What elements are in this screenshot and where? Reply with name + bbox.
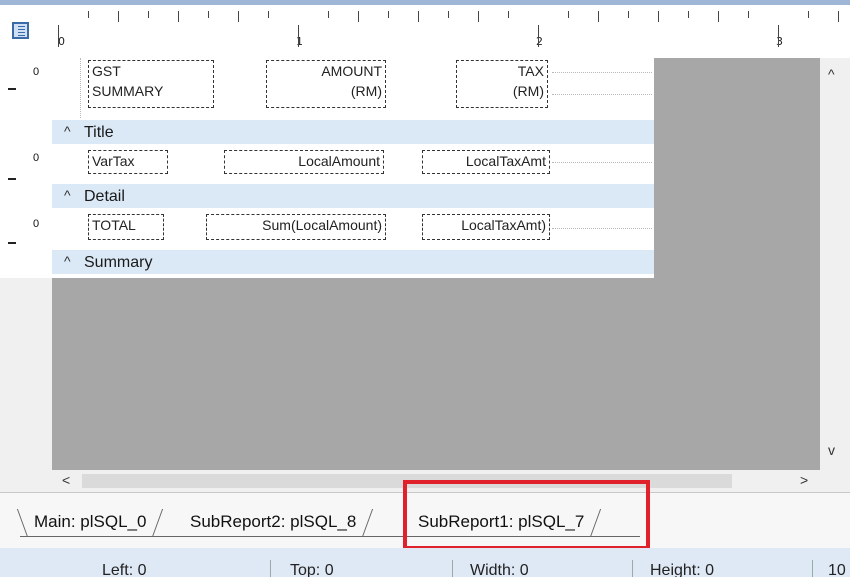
status-separator [452, 560, 453, 577]
row-marker-header: 0 [33, 66, 40, 78]
ruler-tick [238, 11, 239, 22]
ruler-tick [298, 25, 299, 47]
row-dash-header [8, 88, 16, 90]
report-page: GST SUMMARY AMOUNT (RM) TAX (RM) ^ Title… [52, 58, 654, 278]
ruler-tick [448, 11, 449, 18]
chevron-up-icon[interactable]: ^ [64, 253, 71, 269]
ruler-tick [478, 11, 479, 22]
row-dash-detail [8, 242, 16, 244]
field-summary-localtaxamt[interactable]: LocalTaxAmt) [422, 214, 550, 240]
scroll-left-icon[interactable]: < [62, 472, 70, 488]
field-localtaxamt[interactable]: LocalTaxAmt [422, 150, 550, 174]
tab-main-label: Main: plSQL_0 [34, 512, 147, 531]
row-gutter: 0 0 0 [0, 58, 52, 278]
ruler-tick [58, 25, 59, 47]
highlight-box [403, 480, 650, 550]
status-separator [812, 560, 813, 577]
ruler-tick [328, 11, 329, 18]
ruler-tick [88, 11, 89, 18]
scroll-right-icon[interactable]: > [800, 472, 808, 488]
band-title[interactable]: ^ Title [52, 120, 654, 144]
scrollbar-corner [820, 470, 850, 492]
row-marker-title: 0 [33, 152, 40, 164]
field-vartax[interactable]: VarTax [88, 150, 168, 174]
tab-subreport2[interactable]: SubReport2: plSQL_8 [176, 509, 374, 537]
tab-subreport2-label: SubReport2: plSQL_8 [190, 512, 357, 531]
guide-dots [552, 162, 652, 163]
row-dash-title [8, 178, 16, 180]
ruler-tick [388, 11, 389, 18]
ruler-tick [508, 11, 509, 18]
ruler-tick [568, 11, 569, 18]
field-amount-header[interactable]: AMOUNT (RM) [266, 60, 386, 108]
ruler-tick [628, 11, 629, 18]
status-top: Top: 0 [290, 562, 334, 577]
ruler-tick [148, 11, 149, 18]
ruler-number-0: 0 [58, 35, 65, 48]
guide-dots [552, 94, 652, 95]
ruler-tick [208, 11, 209, 18]
vertical-scrollbar[interactable]: ^ v [820, 58, 850, 470]
ruler-tick [358, 11, 359, 22]
status-height: Height: 0 [650, 562, 715, 577]
grid-view-icon[interactable] [12, 22, 29, 39]
tab-edge [362, 509, 374, 537]
field-gst-summary[interactable]: GST SUMMARY [88, 60, 214, 108]
guide-dots [552, 228, 652, 229]
horizontal-ruler: 0 1 2 3 [52, 5, 850, 58]
ruler-tick [778, 25, 779, 47]
status-separator [270, 560, 271, 577]
field-total[interactable]: TOTAL [88, 214, 164, 240]
field-localamount[interactable]: LocalAmount [224, 150, 384, 174]
scroll-up-icon[interactable]: ^ [828, 66, 835, 82]
tab-edge [16, 509, 29, 537]
status-left: Left: 0 [102, 562, 147, 577]
band-summary-label: Summary [84, 254, 153, 271]
status-separator [632, 560, 633, 577]
chevron-up-icon[interactable]: ^ [64, 187, 71, 203]
tab-edge [152, 509, 164, 537]
status-bar: Left: 0 Top: 0 Width: 0 Height: 0 10 [0, 548, 850, 577]
field-tax-header[interactable]: TAX (RM) [456, 60, 548, 108]
ruler-tick [418, 11, 419, 22]
guide-line [80, 58, 81, 118]
status-width: Width: 0 [470, 562, 529, 577]
row-marker-detail: 0 [33, 218, 40, 230]
ruler-tick [538, 25, 539, 47]
ruler-tick [688, 11, 689, 18]
ruler-tick [178, 11, 179, 22]
report-designer-window: 0 1 2 3 0 0 0 GST SUMMARY AMOUNT (RM) TA… [0, 0, 850, 577]
ruler-tick [838, 11, 839, 22]
ruler-tick [268, 11, 269, 18]
band-detail-label: Detail [84, 188, 125, 205]
ruler-corner[interactable] [0, 5, 52, 58]
band-summary[interactable]: ^ Summary [52, 250, 654, 274]
ruler-tick [748, 11, 749, 18]
ruler-tick [718, 11, 719, 22]
ruler-tick [598, 11, 599, 22]
field-sum-localamount[interactable]: Sum(LocalAmount) [206, 214, 386, 240]
scroll-down-icon[interactable]: v [828, 442, 835, 458]
chevron-up-icon[interactable]: ^ [64, 123, 71, 139]
band-detail[interactable]: ^ Detail [52, 184, 654, 208]
ruler-tick [118, 11, 119, 22]
scrollbar-left-spacer [0, 470, 52, 492]
guide-dots [552, 72, 652, 73]
status-extra: 10 [828, 562, 846, 577]
tab-main[interactable]: Main: plSQL_0 [16, 509, 164, 537]
band-title-label: Title [84, 124, 114, 141]
ruler-tick [658, 11, 659, 22]
ruler-tick [808, 11, 809, 18]
